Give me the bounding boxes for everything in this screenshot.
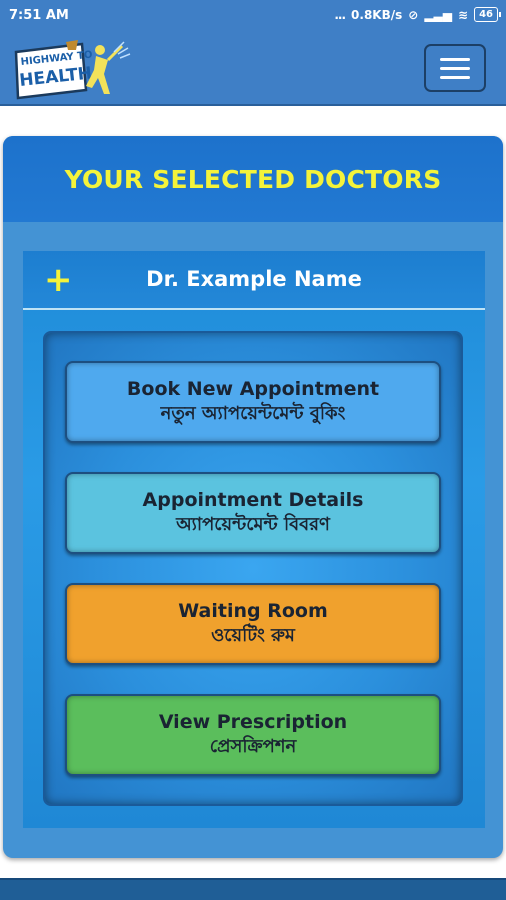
notification-dots-icon: ... [334, 7, 346, 22]
menu-line [440, 75, 470, 79]
mute-icon: ⊘ [408, 7, 419, 22]
view-prescription-label-en: View Prescription [158, 711, 348, 733]
doctor-row[interactable]: + Dr. Example Name [23, 251, 485, 310]
appointment-details-label-bn: অ্যাপয়েন্টমেন্ট বিবরণ [176, 514, 330, 535]
network-speed: 0.8KB/s [351, 7, 403, 22]
app-bar: HIGHWAY TO HEALTH [0, 32, 506, 106]
waiting-room-label-en: Waiting Room [178, 600, 328, 622]
book-appointment-label-en: Book New Appointment [126, 378, 380, 400]
card-header: YOUR SELECTED DOCTORS [3, 136, 503, 222]
footer-bar [0, 878, 506, 900]
view-prescription-button[interactable]: View Prescription প্রেসক্রিপশন [65, 694, 441, 776]
doctor-actions: Book New Appointment নতুন অ্যাপয়েন্টমেন… [43, 331, 463, 806]
status-time: 7:51 AM [9, 8, 69, 23]
selected-doctors-card: YOUR SELECTED DOCTORS + Dr. Example Name… [3, 136, 503, 858]
wifi-icon: ≋ [458, 7, 469, 22]
doctor-panel: + Dr. Example Name Book New Appointment … [23, 251, 485, 828]
waiting-room-button[interactable]: Waiting Room ওয়েটিং রুম [65, 583, 441, 665]
book-appointment-button[interactable]: Book New Appointment নতুন অ্যাপয়েন্টমেন… [65, 361, 441, 443]
menu-line [440, 66, 470, 70]
status-icons: ... 0.8KB/s ⊘ ▂▃▅ ≋ 46 [334, 7, 501, 22]
status-bar: 7:51 AM ... 0.8KB/s ⊘ ▂▃▅ ≋ 46 [0, 0, 506, 32]
menu-line [440, 57, 470, 61]
page-title: YOUR SELECTED DOCTORS [64, 164, 442, 194]
appointment-details-button[interactable]: Appointment Details অ্যাপয়েন্টমেন্ট বিব… [65, 472, 441, 554]
doctor-name: Dr. Example Name [146, 267, 362, 291]
waiting-room-label-bn: ওয়েটিং রুম [211, 625, 295, 646]
hamburger-menu-button[interactable] [424, 44, 486, 92]
signal-icon: ▂▃▅ [424, 7, 453, 22]
appointment-details-label-en: Appointment Details [142, 489, 364, 511]
highway-to-health-logo[interactable]: HIGHWAY TO HEALTH [12, 38, 132, 102]
battery-icon: 46 [474, 7, 501, 22]
view-prescription-label-bn: প্রেসক্রিপশন [209, 736, 297, 757]
book-appointment-label-bn: নতুন অ্যাপয়েন্টমেন্ট বুকিং [160, 403, 346, 424]
